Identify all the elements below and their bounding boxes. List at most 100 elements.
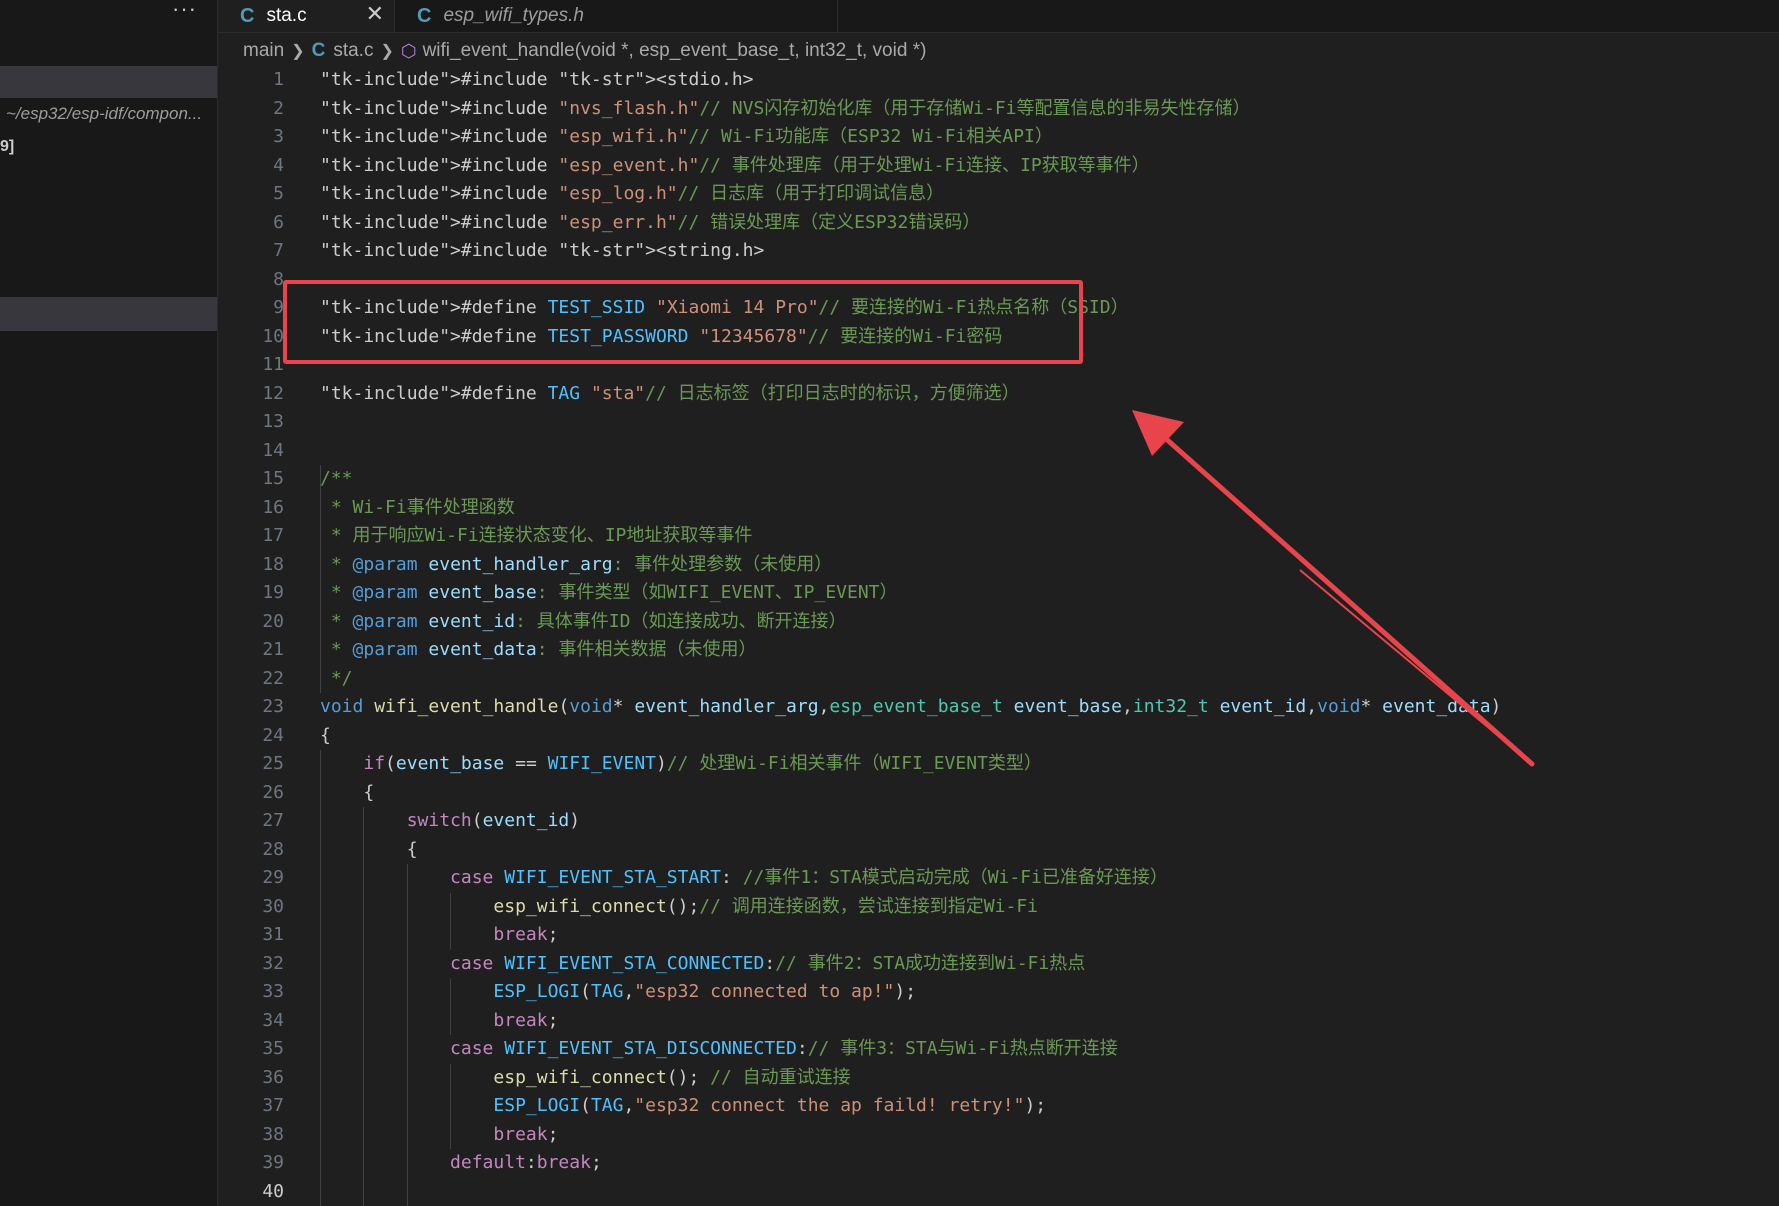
code-line[interactable]: 16 * Wi-Fi事件处理函数 <box>218 493 1779 522</box>
code-text: "tk-include">#define TAG "sta"// 日志标签（打印… <box>320 382 1020 404</box>
code-line[interactable]: 29 case WIFI_EVENT_STA_START: //事件1：STA模… <box>218 864 1779 893</box>
tab-sta-c[interactable]: C sta.c ✕ <box>218 0 395 32</box>
code-line[interactable]: 3 "tk-include">#include "esp_wifi.h"// Wi… <box>218 123 1779 152</box>
code-line[interactable]: 5 "tk-include">#include "esp_log.h"// 日志库… <box>218 180 1779 209</box>
code-line[interactable]: 34 break; <box>218 1006 1779 1035</box>
line-number: 39 <box>262 1152 284 1173</box>
code-text: */ <box>320 667 353 689</box>
line-number: 33 <box>262 981 284 1002</box>
explorer-path-label[interactable]: ~/esp32/esp-idf/compon... <box>6 104 202 124</box>
code-text: { <box>320 724 331 746</box>
code-line[interactable]: 21 * @param event_data: 事件相关数据（未使用） <box>218 636 1779 665</box>
line-number: 4 <box>273 154 284 176</box>
code-line[interactable]: 37 ESP_LOGI(TAG,"esp32 connect the ap fa… <box>218 1092 1779 1121</box>
indent-guide <box>406 949 408 978</box>
indent-guide <box>406 921 408 950</box>
code-line[interactable]: 19 * @param event_base: 事件类型（如WIFI_EVENT… <box>218 579 1779 608</box>
indent-guide <box>320 807 321 836</box>
line-number: 32 <box>262 952 284 974</box>
close-icon[interactable]: ✕ <box>366 1 384 27</box>
line-number: 31 <box>262 924 284 945</box>
code-text: switch(event_id) <box>406 810 581 831</box>
line-number: 23 <box>262 696 284 717</box>
indent-guide <box>363 892 365 921</box>
c-file-icon: C <box>240 4 255 27</box>
more-actions-icon[interactable]: ··· <box>172 0 197 22</box>
code-line[interactable]: 12 "tk-include">#define TAG "sta"// 日志标签（… <box>218 380 1779 409</box>
indent-guide <box>363 835 365 864</box>
line-number: 28 <box>262 838 284 860</box>
code-line[interactable]: 27 switch(event_id) <box>218 807 1779 836</box>
code-line[interactable]: 14 <box>218 437 1779 466</box>
code-line[interactable]: 33 ESP_LOGI(TAG,"esp32 connected to ap!"… <box>218 978 1779 1007</box>
indent-guide <box>320 1035 321 1064</box>
line-number: 34 <box>262 1009 284 1031</box>
code-line[interactable]: 6 "tk-include">#include "esp_err.h"// 错误处… <box>218 209 1779 238</box>
indent-guide <box>320 579 321 608</box>
code-line[interactable]: 31 break; <box>218 921 1779 950</box>
code-line[interactable]: 38 break; <box>218 1120 1779 1149</box>
line-number: 15 <box>262 468 284 489</box>
indent-guide <box>363 949 365 978</box>
indent-guide <box>406 1035 408 1064</box>
code-text: * @param event_data: 事件相关数据（未使用） <box>320 639 757 660</box>
code-line[interactable]: 15 /** <box>218 465 1779 494</box>
line-number: 20 <box>262 610 284 632</box>
code-line[interactable]: 18 * @param event_handler_arg: 事件处理参数（未使… <box>218 550 1779 579</box>
code-line[interactable]: 28 { <box>218 835 1779 864</box>
indent-guide <box>320 1149 321 1178</box>
code-line[interactable]: 32 case WIFI_EVENT_STA_CONNECTED:// 事件2：… <box>218 949 1779 978</box>
line-number: 37 <box>262 1095 284 1116</box>
code-text: case WIFI_EVENT_STA_DISCONNECTED:// 事件3：… <box>450 1038 1118 1059</box>
explorer-selected-row[interactable] <box>0 66 217 98</box>
indent-guide <box>320 1006 321 1035</box>
code-line[interactable]: 36 esp_wifi_connect(); // 自动重试连接 <box>218 1063 1779 1092</box>
breadcrumb-file[interactable]: sta.c <box>333 40 373 62</box>
code-text: if(event_base == WIFI_EVENT)// 处理Wi-Fi相关… <box>363 753 1042 774</box>
code-line[interactable]: 39 default:break; <box>218 1149 1779 1178</box>
code-line[interactable]: 7 "tk-include">#include "tk-str"><string.… <box>218 237 1779 266</box>
code-line[interactable]: 4 "tk-include">#include "esp_event.h"// 事… <box>218 152 1779 181</box>
indent-guide <box>450 921 452 950</box>
code-line[interactable]: 2 "tk-include">#include "nvs_flash.h"// N… <box>218 95 1779 124</box>
indent-guide <box>320 1177 321 1206</box>
indent-guide <box>363 864 365 893</box>
code-editor[interactable]: 1 "tk-include">#include "tk-str"><stdio.h… <box>218 66 1779 1206</box>
indent-guide <box>320 750 321 779</box>
indent-guide <box>406 1092 408 1121</box>
line-number: 21 <box>262 639 284 660</box>
breadcrumb-folder[interactable]: main <box>243 40 284 62</box>
breadcrumb-symbol[interactable]: wifi_event_handle(void *, esp_event_base… <box>423 40 927 62</box>
code-line[interactable]: 40 <box>218 1177 1779 1206</box>
code-text: void wifi_event_handle(void* event_handl… <box>320 696 1502 717</box>
line-number: 40 <box>262 1180 284 1202</box>
code-text: "tk-include">#include "esp_wifi.h"// Wi-… <box>320 126 1053 147</box>
indent-guide <box>320 864 321 893</box>
code-line[interactable]: 22 */ <box>218 664 1779 693</box>
indent-guide <box>320 636 321 665</box>
code-line[interactable]: 30 esp_wifi_connect();// 调用连接函数，尝试连接到指定W… <box>218 892 1779 921</box>
code-line[interactable]: 35 case WIFI_EVENT_STA_DISCONNECTED:// 事… <box>218 1035 1779 1064</box>
indent-guide <box>450 1063 452 1092</box>
code-line[interactable]: 17 * 用于响应Wi-Fi连接状态变化、IP地址获取等事件 <box>218 522 1779 551</box>
line-number: 10 <box>262 325 284 347</box>
code-line[interactable]: 23 void wifi_event_handle(void* event_han… <box>218 693 1779 722</box>
indent-guide <box>450 978 452 1007</box>
line-number: 38 <box>262 1123 284 1145</box>
code-text: "tk-include">#include "esp_log.h"// 日志库（… <box>320 183 945 204</box>
code-line[interactable]: 25 if(event_base == WIFI_EVENT)// 处理Wi-F… <box>218 750 1779 779</box>
indent-guide <box>320 978 321 1007</box>
code-text: esp_wifi_connect(); // 自动重试连接 <box>493 1066 851 1088</box>
code-line[interactable]: 24 { <box>218 722 1779 751</box>
indent-guide <box>363 1092 365 1121</box>
c-file-icon: C <box>417 4 432 27</box>
code-line[interactable]: 26 { <box>218 778 1779 807</box>
explorer-highlighted-row[interactable] <box>0 297 217 331</box>
code-line[interactable]: 1 "tk-include">#include "tk-str"><stdio.h… <box>218 66 1779 95</box>
indent-guide <box>406 1149 408 1178</box>
chevron-right-icon: ❯ <box>291 43 305 60</box>
tab-esp-wifi-types-h[interactable]: C esp_wifi_types.h <box>395 0 838 32</box>
line-number: 3 <box>273 126 284 147</box>
code-line[interactable]: 13 <box>218 408 1779 437</box>
code-line[interactable]: 20 * @param event_id: 具体事件ID（如连接成功、断开连接） <box>218 607 1779 636</box>
